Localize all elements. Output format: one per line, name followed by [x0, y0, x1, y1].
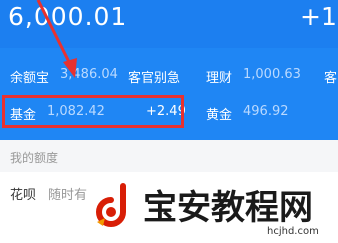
yuebao-note: 客官别急 — [128, 71, 181, 86]
balance-header: 6,000.01 +1 — [0, 0, 338, 48]
watermark-logo-icon — [96, 183, 126, 227]
yesterday-earnings: +1 — [300, 2, 337, 31]
watermark-title: 宝安教程网 — [143, 188, 313, 228]
gold-label[interactable]: 黄金 — [206, 104, 232, 123]
licai-note: 客 — [324, 71, 338, 86]
licai-value[interactable]: 1,000.63 — [243, 67, 301, 82]
huabei-label[interactable]: 花呗 — [10, 184, 36, 203]
licai-label[interactable]: 理财 — [206, 67, 232, 86]
yuebao-label[interactable]: 余额宝 — [10, 67, 49, 86]
huabei-subtitle: 随时有 — [48, 188, 88, 203]
watermark-url: hcjhd.com — [267, 226, 319, 237]
yuebao-value[interactable]: 3,486.04 — [60, 67, 118, 82]
gold-value[interactable]: 496.92 — [243, 104, 289, 119]
total-balance: 6,000.01 — [8, 2, 128, 31]
watermark: 宝安教程网 hcjhd.com — [87, 178, 338, 243]
fund-highlight-box — [2, 95, 184, 128]
quota-section-label: 我的额度 — [10, 151, 59, 165]
